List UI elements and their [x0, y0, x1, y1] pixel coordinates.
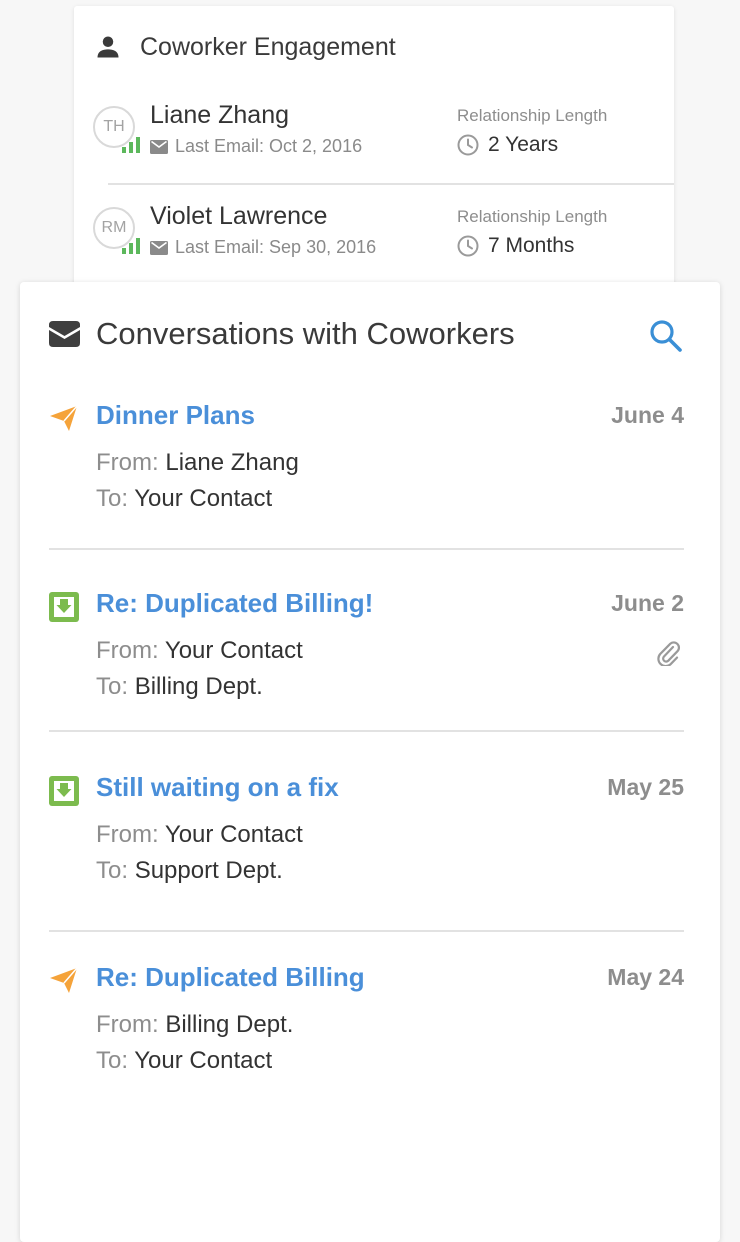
from-label: From: — [96, 449, 159, 476]
search-icon[interactable] — [648, 318, 684, 354]
divider — [49, 730, 684, 732]
to-value: Your Contact — [134, 485, 273, 512]
engagement-header: Coworker Engagement — [94, 32, 396, 62]
relationship-length-label: Relationship Length — [457, 207, 608, 226]
to-line: To: Billing Dept. — [96, 673, 263, 701]
clock-icon — [457, 235, 479, 257]
conversation-date: May 25 — [607, 774, 684, 800]
divider — [108, 183, 674, 185]
envelope-icon — [49, 321, 80, 347]
conversation-subject[interactable]: Re: Duplicated Billing! — [96, 588, 373, 619]
from-label: From: — [96, 637, 159, 664]
received-icon — [49, 592, 79, 622]
from-value: Your Contact — [164, 821, 303, 848]
contact-row[interactable]: TH Liane Zhang Last Email: Oct 2, 2016 R… — [74, 101, 674, 186]
contact-row[interactable]: RM Violet Lawrence Last Email: Sep 30, 2… — [74, 202, 674, 287]
coworker-engagement-card: Coworker Engagement TH Liane Zhang Last … — [74, 6, 674, 306]
from-line: From: Your Contact — [96, 637, 303, 665]
contact-name[interactable]: Violet Lawrence — [150, 202, 327, 231]
conversation-item[interactable]: Re: Duplicated Billing May 24 From: Bill… — [20, 962, 720, 1082]
conversation-subject[interactable]: Still waiting on a fix — [96, 772, 339, 803]
relationship-length-value: 7 Months — [457, 234, 574, 258]
to-value: Your Contact — [134, 1047, 273, 1074]
signal-strength-icon — [122, 137, 140, 153]
to-line: To: Your Contact — [96, 485, 272, 513]
conversation-item[interactable]: Re: Duplicated Billing! June 2 From: You… — [20, 588, 720, 708]
conversation-date: June 4 — [611, 402, 684, 428]
divider — [49, 930, 684, 932]
signal-strength-icon — [122, 238, 140, 254]
last-email: Last Email: Sep 30, 2016 — [150, 237, 376, 258]
paperclip-icon — [657, 641, 681, 666]
from-value: Your Contact — [164, 637, 303, 664]
from-value: Liane Zhang — [165, 449, 299, 476]
contact-name[interactable]: Liane Zhang — [150, 101, 289, 130]
to-line: To: Your Contact — [96, 1047, 272, 1075]
to-label: To: — [96, 857, 129, 884]
from-value: Billing Dept. — [165, 1011, 294, 1038]
conversation-subject[interactable]: Re: Duplicated Billing — [96, 962, 365, 993]
sent-icon — [50, 967, 78, 993]
divider — [49, 548, 684, 550]
mail-icon — [150, 139, 168, 154]
to-line: To: Support Dept. — [96, 857, 283, 885]
conversation-item[interactable]: Dinner Plans June 4 From: Liane Zhang To… — [20, 400, 720, 520]
received-icon — [49, 776, 79, 806]
last-email-text: Last Email: Sep 30, 2016 — [175, 237, 377, 257]
from-label: From: — [96, 821, 159, 848]
from-line: From: Billing Dept. — [96, 1011, 293, 1039]
from-line: From: Liane Zhang — [96, 449, 299, 477]
conversations-title: Conversations with Coworkers — [96, 316, 515, 351]
clock-icon — [457, 134, 479, 156]
sent-icon — [50, 405, 78, 431]
relationship-length-text: 7 Months — [488, 234, 575, 257]
conversation-date: June 2 — [611, 590, 684, 616]
relationship-length-value: 2 Years — [457, 133, 558, 157]
engagement-title: Coworker Engagement — [140, 32, 396, 61]
conversation-item[interactable]: Still waiting on a fix May 25 From: Your… — [20, 772, 720, 892]
to-label: To: — [96, 485, 129, 512]
relationship-length-text: 2 Years — [488, 133, 559, 156]
mail-icon — [150, 240, 168, 255]
from-label: From: — [96, 1011, 159, 1038]
to-value: Billing Dept. — [134, 673, 263, 700]
to-value: Support Dept. — [134, 857, 283, 884]
last-email: Last Email: Oct 2, 2016 — [150, 136, 362, 157]
last-email-text: Last Email: Oct 2, 2016 — [175, 136, 363, 156]
to-label: To: — [96, 1047, 129, 1074]
conversation-date: May 24 — [607, 964, 684, 990]
conversations-header: Conversations with Coworkers — [20, 282, 720, 382]
conversation-subject[interactable]: Dinner Plans — [96, 400, 255, 431]
conversations-card: Conversations with Coworkers Dinner Plan… — [20, 282, 720, 1242]
person-icon — [97, 36, 119, 58]
to-label: To: — [96, 673, 129, 700]
relationship-length-label: Relationship Length — [457, 106, 608, 125]
from-line: From: Your Contact — [96, 821, 303, 849]
